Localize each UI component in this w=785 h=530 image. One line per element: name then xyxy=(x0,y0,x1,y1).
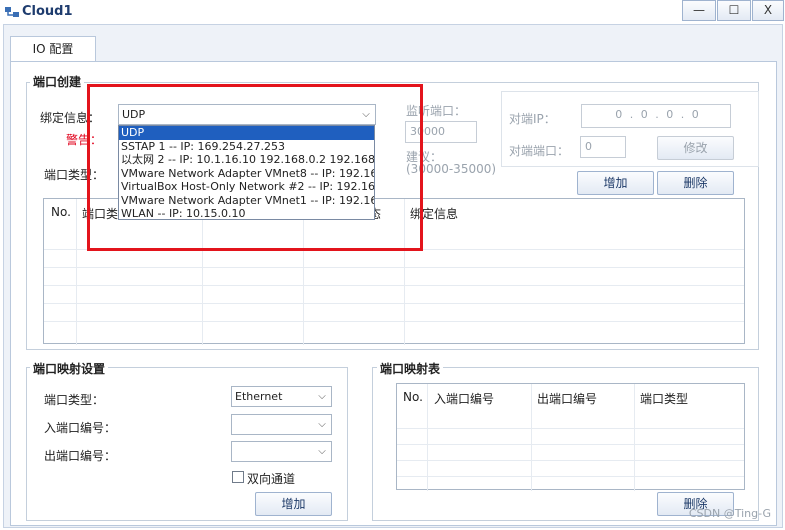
cloud-app-icon xyxy=(5,7,19,17)
map-port-type-label: 端口类型： xyxy=(44,393,105,407)
peer-port-label: 对端端口： xyxy=(509,144,570,158)
map-col-out-port: 出端口编号 xyxy=(537,392,598,406)
table-row-line xyxy=(397,428,744,429)
maximize-button[interactable]: ☐ xyxy=(717,0,751,21)
bidirectional-checkbox[interactable] xyxy=(232,471,244,483)
map-port-type-value: Ethernet xyxy=(235,390,283,403)
chevron-down-icon: ⌵ xyxy=(318,419,326,430)
port-create-title: 端口创建 xyxy=(30,73,85,90)
map-col-port-type: 端口类型 xyxy=(640,392,689,406)
out-port-label: 出端口编号： xyxy=(44,449,117,463)
port-map-table: No. 入端口编号 出端口编号 端口类型 xyxy=(396,383,745,491)
col-no: No. xyxy=(51,205,71,219)
peer-port-field[interactable]: 0 xyxy=(580,136,626,158)
out-port-select[interactable]: ⌵ xyxy=(231,441,332,462)
title-bar: Cloud1 — ☐ X xyxy=(0,0,785,24)
peer-ip-label: 对端IP： xyxy=(509,112,556,126)
table-row-line xyxy=(44,321,744,322)
table-divider xyxy=(531,384,532,491)
watermark: CSDN @Ting-G xyxy=(688,507,771,520)
modify-button[interactable]: 修改 xyxy=(657,136,734,160)
minimize-button[interactable]: — xyxy=(682,0,716,21)
port-map-settings-title: 端口映射设置 xyxy=(30,360,109,377)
delete-port-button[interactable]: 删除 xyxy=(657,171,734,195)
table-divider xyxy=(427,384,428,491)
table-row-line xyxy=(44,285,744,286)
chevron-down-icon: ⌵ xyxy=(318,446,326,457)
close-button[interactable]: X xyxy=(752,0,784,21)
port-map-table-title: 端口映射表 xyxy=(377,360,444,377)
add-map-button[interactable]: 增加 xyxy=(255,492,332,516)
add-port-button[interactable]: 增加 xyxy=(577,171,654,195)
table-divider xyxy=(76,199,77,345)
table-row-line xyxy=(44,267,744,268)
tab-io-config[interactable]: IO 配置 xyxy=(10,36,96,62)
in-port-select[interactable]: ⌵ xyxy=(231,414,332,435)
chevron-down-icon: ⌵ xyxy=(318,391,326,402)
table-row-line xyxy=(44,303,744,304)
map-col-in-port: 入端口编号 xyxy=(434,392,495,406)
table-row-line xyxy=(397,476,744,477)
highlight-box xyxy=(87,84,423,251)
table-row-line xyxy=(397,444,744,445)
map-col-no: No. xyxy=(403,390,423,404)
window-title: Cloud1 xyxy=(22,4,73,19)
in-port-label: 入端口编号： xyxy=(44,421,117,435)
bidirectional-label: 双向通道 xyxy=(247,472,296,486)
table-divider xyxy=(634,384,635,491)
peer-ip-field[interactable]: 0 . 0 . 0 . 0 xyxy=(581,104,731,128)
table-row-line xyxy=(397,460,744,461)
map-port-type-select[interactable]: Ethernet ⌵ xyxy=(231,386,332,407)
